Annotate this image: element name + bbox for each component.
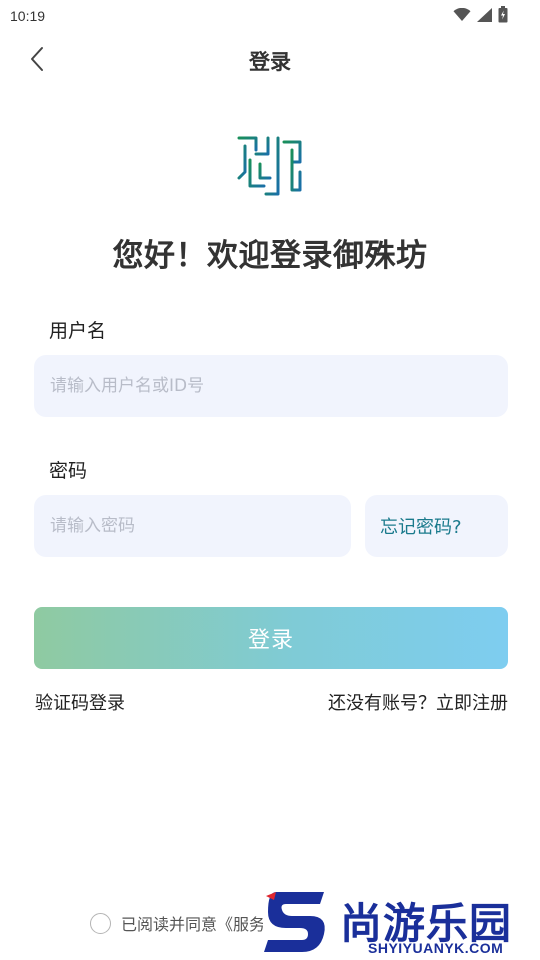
watermark: 尚游乐园 SHYIYUANYK.COM — [262, 888, 540, 960]
username-label: 用户名 — [49, 320, 107, 342]
watermark-s-logo-icon — [264, 892, 325, 952]
battery-icon — [498, 5, 508, 27]
status-icons — [453, 5, 508, 27]
sms-login-link[interactable]: 验证码登录 — [35, 689, 125, 715]
username-input[interactable] — [34, 376, 508, 396]
register-link[interactable]: 还没有账号？立即注册 — [328, 689, 508, 715]
agreement-checkbox[interactable] — [90, 912, 111, 934]
login-button[interactable]: 登录 — [34, 607, 508, 669]
agreement-row: 已阅读并同意《服务 — [90, 911, 263, 935]
forgot-password-button[interactable]: 忘记密码? — [365, 495, 508, 557]
app-logo-icon — [236, 132, 304, 200]
welcome-heading: 您好！欢迎登录御殊坊 — [112, 238, 428, 274]
status-bar: 10:19 — [0, 0, 540, 32]
wifi-icon — [453, 7, 471, 26]
agreement-text: 已阅读并同意《服务 — [121, 915, 263, 934]
password-input[interactable] — [34, 516, 351, 536]
password-field-box — [34, 495, 351, 557]
username-field-box — [34, 355, 508, 417]
page-title: 登录 — [249, 50, 291, 74]
status-time: 10:19 — [10, 8, 46, 24]
signal-icon — [477, 7, 492, 26]
nav-bar: 登录 — [0, 34, 540, 88]
password-label: 密码 — [49, 460, 88, 482]
watermark-url: SHYIYUANYK.COM — [368, 940, 504, 956]
